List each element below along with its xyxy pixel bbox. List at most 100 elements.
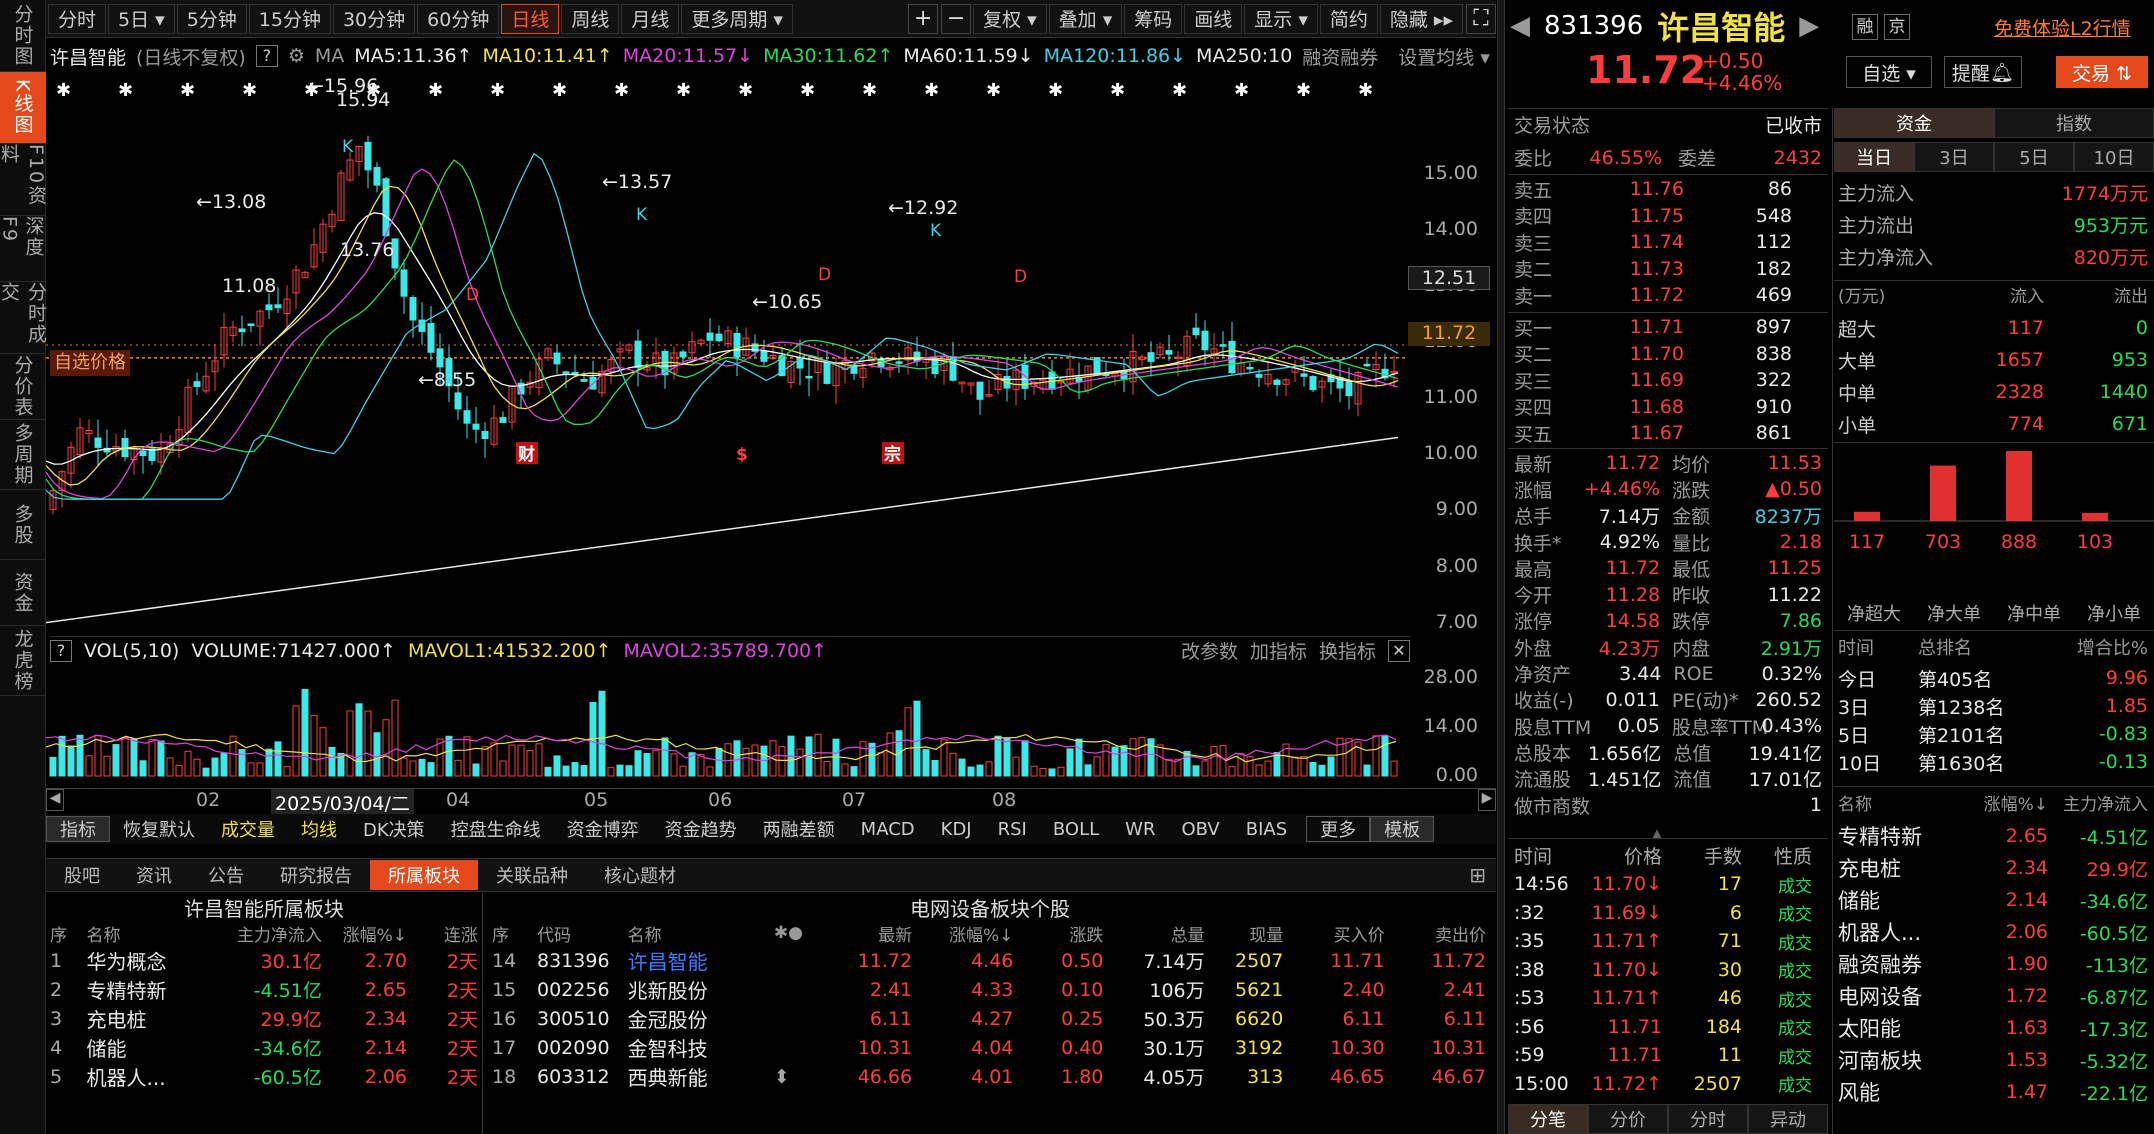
next-stock-icon[interactable]: ▶ <box>1799 11 1819 41</box>
buys-row[interactable]: 买五 11.67 861 <box>1514 420 1822 447</box>
event-star[interactable]: ✱ <box>490 80 505 101</box>
bottom-tab-0[interactable]: 股吧 <box>46 860 118 890</box>
sector-row[interactable]: 风能 1.47 -22.1亿 <box>1838 1076 2148 1108</box>
close-icon[interactable]: ✕ <box>1388 639 1410 662</box>
fullscreen-icon[interactable]: ⛶ <box>1466 3 1496 34</box>
gear-icon[interactable]: ⚙ <box>288 45 305 67</box>
event-star[interactable]: ✱ <box>862 80 877 101</box>
indicator-tab-17[interactable]: 模板 <box>1370 816 1435 842</box>
trade-button[interactable]: 交易 ⇅ <box>2056 56 2148 88</box>
sells-row[interactable]: 卖五 11.76 86 <box>1514 176 1822 203</box>
period-tab-9[interactable]: 更多周期 ▾ <box>681 3 793 34</box>
period-tab-7[interactable]: 周线 <box>561 3 620 34</box>
event-star[interactable]: ✱ <box>180 80 195 101</box>
event-star[interactable]: ✱ <box>738 80 753 101</box>
nav-item-8[interactable]: 资金 <box>0 560 46 626</box>
stock-row[interactable]: 18 603312 西典新能 ⬍ 46.66 4.01 1.80 4.05万 313 46.65 4… <box>488 1062 1490 1091</box>
nav-item-5[interactable]: 分价表 <box>0 354 46 420</box>
event-marker[interactable]: 宗 <box>882 442 904 465</box>
event-star[interactable]: ✱ <box>1234 80 1249 101</box>
watchlist-button[interactable]: 自选 ▾ <box>1846 56 1932 88</box>
nav-item-4[interactable]: 分时成交 <box>0 282 47 354</box>
bottom-tab-4[interactable]: 所属板块 <box>370 860 478 890</box>
buys-row[interactable]: 买四 11.68 910 <box>1514 394 1822 421</box>
bottom-tab-3[interactable]: 研究报告 <box>262 860 370 890</box>
sector-row[interactable]: 电网设备 1.72 -6.87亿 <box>1838 980 2148 1012</box>
event-star[interactable]: ✱ <box>924 80 939 101</box>
event-star[interactable]: ✱ <box>1358 80 1373 101</box>
switch-indicator-link[interactable]: 换指标 <box>1319 637 1376 664</box>
period-tab-8[interactable]: 月线 <box>621 3 680 34</box>
tool-1[interactable]: 叠加 ▾ <box>1048 3 1123 34</box>
event-star[interactable]: ✱ <box>242 80 257 101</box>
sector-row[interactable]: 机器人... 2.06 -60.5亿 <box>1838 916 2148 948</box>
tool-3[interactable]: 画线 <box>1184 3 1243 34</box>
tool-6[interactable]: 隐藏 ▸▸ <box>1379 3 1463 34</box>
date-axis[interactable]: ◀ ▶ 02 2025/03/04/二 04 05 06 07 08 <box>46 788 1496 816</box>
indicator-tab-0[interactable]: 指标 <box>46 816 110 842</box>
period-tab-2[interactable]: 5分钟 <box>176 3 247 34</box>
bottom-tab-5[interactable]: 关联品种 <box>478 860 586 890</box>
event-star[interactable]: ✱ <box>1110 80 1125 101</box>
fund-period-2[interactable]: 5日 <box>1994 142 2074 172</box>
event-marker[interactable]: $ <box>736 445 748 465</box>
event-star[interactable]: ✱ <box>1296 80 1311 101</box>
tool-2[interactable]: 筹码 <box>1124 3 1183 34</box>
self-price-label[interactable]: 自选价格 <box>50 350 130 376</box>
indicator-tab-9[interactable]: MACD <box>848 816 928 842</box>
indicator-tab-11[interactable]: RSI <box>985 816 1040 842</box>
nav-item-9[interactable]: 龙虎榜 <box>0 626 46 696</box>
scroll-left-icon[interactable]: ◀ <box>46 789 64 811</box>
period-tab-5[interactable]: 60分钟 <box>417 3 500 34</box>
nav-item-2[interactable]: F10资料 <box>0 144 47 216</box>
help-icon[interactable]: ? <box>255 45 278 67</box>
tool-4[interactable]: 显示 ▾ <box>1244 3 1318 34</box>
nav-item-1[interactable]: K线图 <box>0 72 46 144</box>
ticks-tab-2[interactable]: 分时 <box>1668 1104 1748 1134</box>
buys-row[interactable]: 买三 11.69 322 <box>1514 367 1822 394</box>
indicator-tab-1[interactable]: 恢复默认 <box>110 816 208 842</box>
period-tab-1[interactable]: 5日 ▾ <box>108 3 175 34</box>
block-row[interactable]: 3 充电桩 29.9亿 2.34 2天 <box>46 1004 482 1033</box>
indicator-tab-16[interactable]: 更多 <box>1306 816 1371 842</box>
nav-item-7[interactable]: 多股 <box>0 490 46 560</box>
prev-stock-icon[interactable]: ◀ <box>1510 11 1530 41</box>
alert-button[interactable]: 提醒 🔔︎ <box>1944 56 2022 88</box>
margin-link[interactable]: 融资融券 <box>1302 43 1378 70</box>
ticks-tab-1[interactable]: 分价 <box>1588 1104 1668 1134</box>
block-row[interactable]: 5 机器人... -60.5亿 2.06 2天 <box>46 1062 482 1091</box>
event-marker[interactable]: 财 <box>516 442 538 465</box>
nav-item-3[interactable]: 深度F9 <box>0 216 46 282</box>
fund-period-1[interactable]: 3日 <box>1914 142 1994 172</box>
block-row[interactable]: 4 储能 -34.6亿 2.14 2天 <box>46 1033 482 1062</box>
ma-settings-dropdown[interactable]: 设置均线 ▾ <box>1398 43 1490 70</box>
event-star[interactable]: ✱ <box>986 80 1001 101</box>
l2-trial-link[interactable]: 免费体验L2行情 <box>1994 14 2131 41</box>
event-star[interactable]: ✱ <box>118 80 133 101</box>
vol-help-icon[interactable]: ? <box>50 639 72 662</box>
indicator-tab-14[interactable]: OBV <box>1168 816 1232 842</box>
volume-chart[interactable] <box>46 664 1406 784</box>
indicator-tab-4[interactable]: DK决策 <box>350 816 438 842</box>
period-tab-4[interactable]: 30分钟 <box>332 3 416 34</box>
add-icon[interactable]: + <box>908 3 939 34</box>
stock-row[interactable]: 16 300510 金冠股份 6.11 4.27 0.25 50.3万 6620 6.11 6.1… <box>488 1004 1490 1033</box>
event-star[interactable]: ✱ <box>614 80 629 101</box>
event-star[interactable]: ✱ <box>1048 80 1063 101</box>
event-star[interactable]: ✱ <box>800 80 815 101</box>
indicator-tab-3[interactable]: 均线 <box>288 816 350 842</box>
splitter-up-icon[interactable]: ▲ <box>1622 826 1692 840</box>
nav-item-0[interactable]: 分时图 <box>0 0 46 72</box>
ticks-tab-0[interactable]: 分笔 <box>1508 1104 1588 1134</box>
sector-row[interactable]: 充电桩 2.34 29.9亿 <box>1838 852 2148 884</box>
indicator-tab-8[interactable]: 两融差额 <box>750 816 848 842</box>
period-tab-0[interactable]: 分时 <box>48 3 107 34</box>
add-indicator-link[interactable]: 加指标 <box>1250 637 1307 664</box>
sells-row[interactable]: 卖一 11.72 469 <box>1514 282 1822 309</box>
event-star[interactable]: ✱ <box>676 80 691 101</box>
period-tab-3[interactable]: 15分钟 <box>248 3 331 34</box>
indicator-tab-13[interactable]: WR <box>1112 816 1168 842</box>
sector-row[interactable]: 融资融券 1.90 -113亿 <box>1838 948 2148 980</box>
fund-period-3[interactable]: 10日 <box>2074 142 2154 172</box>
sells-row[interactable]: 卖三 11.74 112 <box>1514 229 1822 256</box>
